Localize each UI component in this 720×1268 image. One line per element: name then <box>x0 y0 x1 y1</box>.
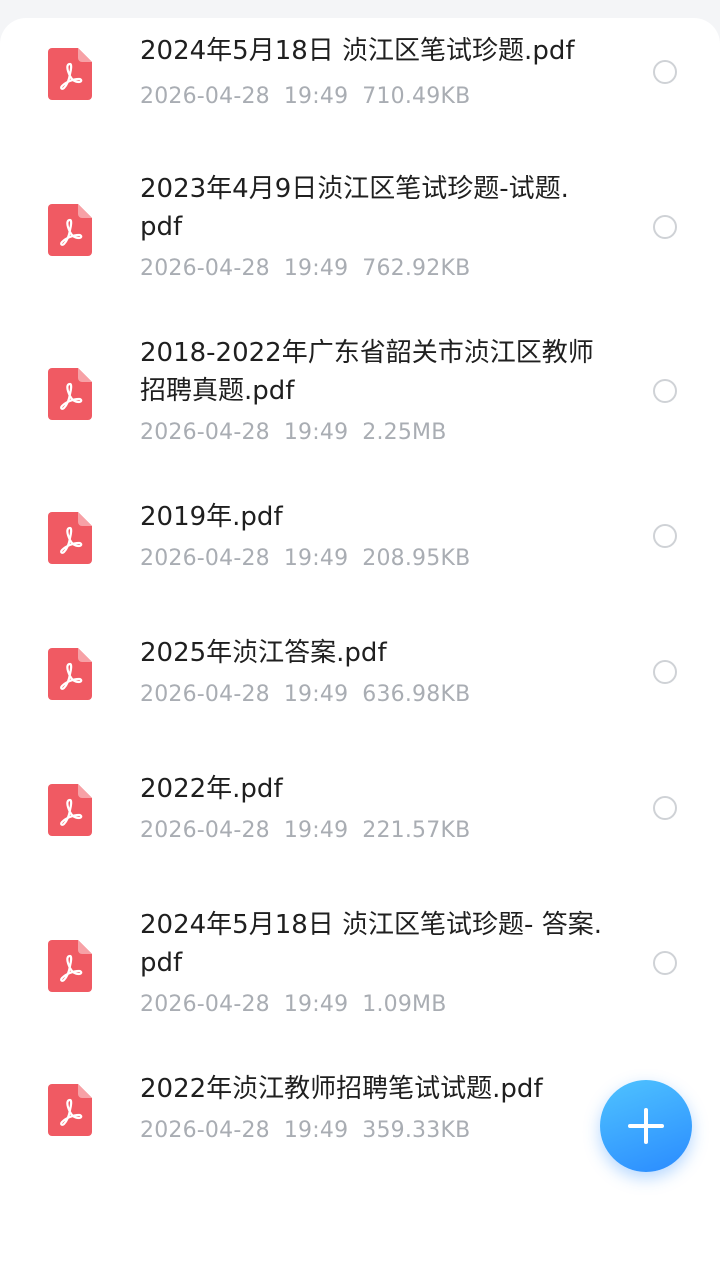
select-radio[interactable] <box>653 660 677 684</box>
pdf-icon <box>48 48 92 100</box>
file-row[interactable]: 2023年4月9日浈江区笔试珍题-试题.pdf 2026-04-28 19:49 7… <box>0 170 720 334</box>
file-size: 359.33KB <box>362 1118 471 1143</box>
file-date: 2026-04-28 <box>140 992 270 1017</box>
file-name: 2023年4月9日浈江区笔试珍题-试题.pdf <box>140 174 569 242</box>
file-date: 2026-04-28 <box>140 818 270 843</box>
pdf-icon <box>48 648 92 700</box>
add-button[interactable] <box>600 1080 692 1172</box>
file-meta: 2026-04-28 19:49 359.33KB <box>140 1118 484 1143</box>
file-date: 2026-04-28 <box>140 682 270 707</box>
file-name: 2018-2022年广东省韶关市浈江区教师招聘真题.pdf <box>140 338 594 406</box>
file-size: 221.57KB <box>362 818 471 843</box>
file-date: 2026-04-28 <box>140 546 270 571</box>
file-time: 19:49 <box>283 84 349 109</box>
file-meta: 2026-04-28 19:49 221.57KB <box>140 818 484 843</box>
file-size: 710.49KB <box>362 84 471 109</box>
file-row[interactable]: 2018-2022年广东省韶关市浈江区教师招聘真题.pdf 2026-04-28… <box>0 334 720 498</box>
plus-icon <box>628 1108 664 1144</box>
file-meta: 2026-04-28 19:49 762.92KB <box>140 256 484 281</box>
file-date: 2026-04-28 <box>140 84 270 109</box>
file-row[interactable]: 2024年5月18日 浈江区笔试珍题.pdf 2026-04-28 19:49 71… <box>0 18 720 170</box>
file-row[interactable]: 2019年.pdf 2026-04-28 19:49 208.95KB <box>0 498 720 634</box>
file-time: 19:49 <box>283 1118 349 1143</box>
file-meta: 2026-04-28 19:49 208.95KB <box>140 546 484 571</box>
file-meta: 2026-04-28 19:49 2.25MB <box>140 420 461 445</box>
select-radio[interactable] <box>653 524 677 548</box>
file-date: 2026-04-28 <box>140 420 270 445</box>
file-date: 2026-04-28 <box>140 1118 270 1143</box>
file-time: 19:49 <box>283 818 349 843</box>
pdf-icon <box>48 1084 92 1136</box>
file-name: 2019年.pdf <box>140 502 283 532</box>
file-size: 1.09MB <box>362 992 447 1017</box>
file-meta: 2026-04-28 19:49 1.09MB <box>140 992 461 1017</box>
file-size: 762.92KB <box>362 256 471 281</box>
file-date: 2026-04-28 <box>140 256 270 281</box>
file-name: 2024年5月18日 浈江区笔试珍题- 答案.pdf <box>140 910 602 978</box>
select-radio[interactable] <box>653 215 677 239</box>
select-radio[interactable] <box>653 60 677 84</box>
file-row[interactable]: 2025年浈江答案.pdf 2026-04-28 19:49 636.98KB <box>0 634 720 770</box>
file-size: 636.98KB <box>362 682 471 707</box>
pdf-icon <box>48 512 92 564</box>
file-name: 2022年浈江教师招聘笔试试题.pdf <box>140 1074 543 1104</box>
file-name: 2024年5月18日 浈江区笔试珍题.pdf <box>140 36 575 66</box>
pdf-icon <box>48 204 92 256</box>
file-time: 19:49 <box>283 682 349 707</box>
select-radio[interactable] <box>653 796 677 820</box>
file-time: 19:49 <box>283 256 349 281</box>
file-time: 19:49 <box>283 546 349 571</box>
file-time: 19:49 <box>283 992 349 1017</box>
pdf-icon <box>48 368 92 420</box>
select-radio[interactable] <box>653 379 677 403</box>
file-row[interactable]: 2024年5月18日 浈江区笔试珍题- 答案.pdf 2026-04-28 19:… <box>0 906 720 1070</box>
file-size: 208.95KB <box>362 546 471 571</box>
file-row[interactable]: 2022年.pdf 2026-04-28 19:49 221.57KB <box>0 770 720 906</box>
file-size: 2.25MB <box>362 420 447 445</box>
file-name: 2025年浈江答案.pdf <box>140 638 387 668</box>
file-meta: 2026-04-28 19:49 710.49KB <box>140 84 484 109</box>
select-radio[interactable] <box>653 951 677 975</box>
file-list-sheet: 2024年5月18日 浈江区笔试珍题.pdf 2026-04-28 19:49 71… <box>0 18 720 1268</box>
file-meta: 2026-04-28 19:49 636.98KB <box>140 682 484 707</box>
pdf-icon <box>48 784 92 836</box>
file-time: 19:49 <box>283 420 349 445</box>
file-name: 2022年.pdf <box>140 774 283 804</box>
pdf-icon <box>48 940 92 992</box>
